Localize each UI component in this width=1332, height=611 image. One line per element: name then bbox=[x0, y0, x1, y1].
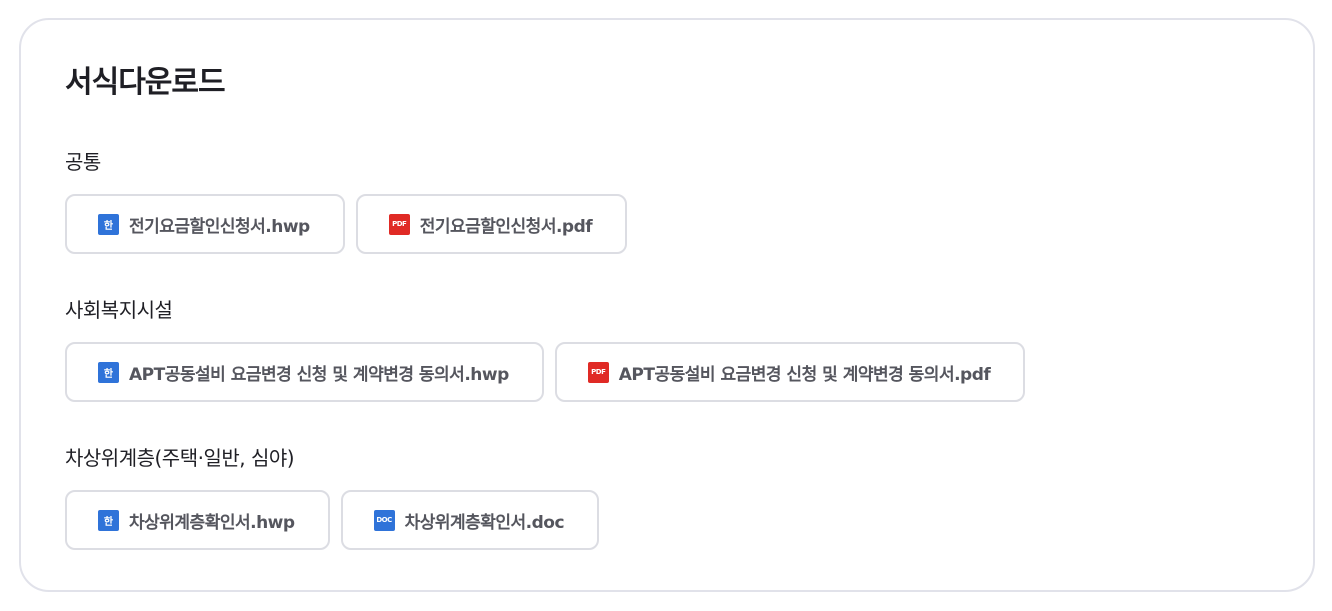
file-button-row: 한 차상위계층확인서.hwp DOC 차상위계층확인서.doc bbox=[65, 490, 600, 550]
section-common: 공통 한 전기요금할인신청서.hwp PDF 전기요금할인신청서.pdf bbox=[65, 149, 628, 254]
file-label: 차상위계층확인서.hwp bbox=[129, 512, 295, 533]
form-download-card: 서식다운로드 공통 한 전기요금할인신청서.hwp PDF 전기요금할인신청서.… bbox=[19, 18, 1315, 592]
file-label: 전기요금할인신청서.pdf bbox=[419, 216, 593, 237]
download-button-pdf[interactable]: PDF APT공동설비 요금변경 신청 및 계약변경 동의서.pdf bbox=[554, 342, 1026, 402]
section-title: 차상위계층(주택·일반, 심야) bbox=[65, 446, 295, 470]
section-low-income: 차상위계층(주택·일반, 심야) 한 차상위계층확인서.hwp DOC 차상위계… bbox=[65, 445, 600, 550]
download-button-hwp[interactable]: 한 차상위계층확인서.hwp bbox=[65, 490, 330, 550]
file-button-row: 한 APT공동설비 요금변경 신청 및 계약변경 동의서.hwp PDF APT… bbox=[65, 342, 1026, 402]
file-label: APT공동설비 요금변경 신청 및 계약변경 동의서.pdf bbox=[618, 364, 991, 385]
download-button-doc[interactable]: DOC 차상위계층확인서.doc bbox=[340, 490, 600, 550]
page-title: 서식다운로드 bbox=[65, 65, 226, 100]
pdf-icon: PDF bbox=[587, 361, 609, 383]
hwp-icon: 한 bbox=[98, 361, 119, 383]
download-button-hwp[interactable]: 한 APT공동설비 요금변경 신청 및 계약변경 동의서.hwp bbox=[65, 342, 544, 402]
hwp-icon: 한 bbox=[98, 509, 119, 531]
file-label: 차상위계층확인서.doc bbox=[404, 512, 565, 533]
download-button-pdf[interactable]: PDF 전기요금할인신청서.pdf bbox=[355, 194, 628, 254]
file-button-row: 한 전기요금할인신청서.hwp PDF 전기요금할인신청서.pdf bbox=[65, 194, 628, 254]
hwp-icon: 한 bbox=[98, 213, 119, 235]
doc-icon: DOC bbox=[373, 509, 395, 531]
download-button-hwp[interactable]: 한 전기요금할인신청서.hwp bbox=[65, 194, 345, 254]
file-label: 전기요금할인신청서.hwp bbox=[129, 216, 310, 237]
section-title: 공통 bbox=[65, 150, 101, 174]
pdf-icon: PDF bbox=[388, 213, 410, 235]
section-social-welfare: 사회복지시설 한 APT공동설비 요금변경 신청 및 계약변경 동의서.hwp … bbox=[65, 297, 1026, 402]
section-title: 사회복지시설 bbox=[65, 298, 173, 322]
file-label: APT공동설비 요금변경 신청 및 계약변경 동의서.hwp bbox=[129, 364, 509, 385]
